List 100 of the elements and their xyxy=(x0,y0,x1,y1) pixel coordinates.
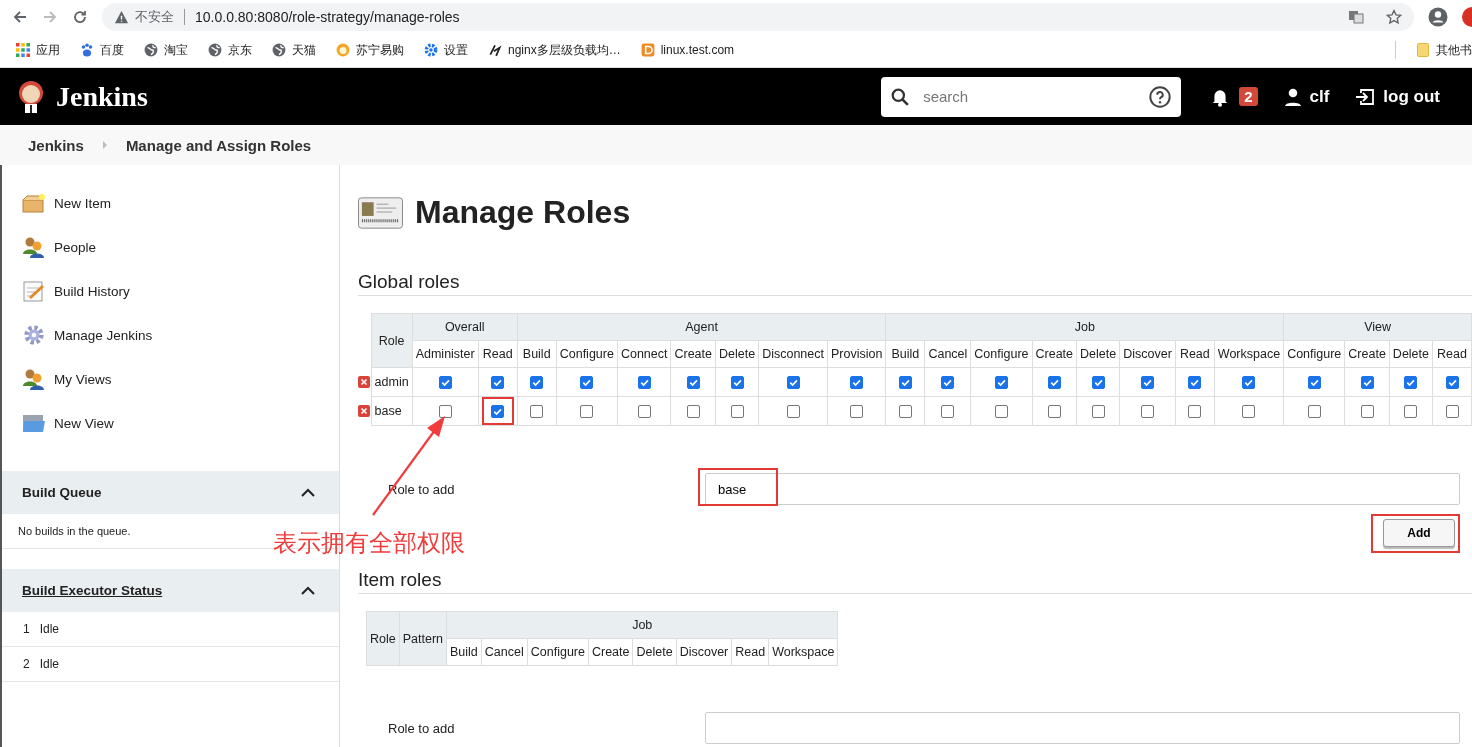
executor-status-link[interactable]: Build Executor Status xyxy=(22,583,163,598)
translate-icon[interactable] xyxy=(1348,9,1364,25)
build-queue-title[interactable]: Build Queue xyxy=(22,485,102,500)
column-header: Role xyxy=(371,313,413,368)
sidebar-item[interactable]: New Item xyxy=(22,191,339,215)
user-link[interactable]: clf xyxy=(1283,86,1330,107)
notification-badge[interactable]: 2 xyxy=(1239,87,1258,106)
delete-icon[interactable] xyxy=(358,405,370,417)
checkbox[interactable] xyxy=(1307,404,1321,418)
jenkins-logo-text[interactable]: Jenkins xyxy=(56,80,148,113)
bookmark[interactable]: 京东 xyxy=(208,41,252,59)
checkbox[interactable] xyxy=(1047,404,1061,418)
permission-header: Create xyxy=(1032,340,1077,368)
site-logo-icon xyxy=(640,43,655,57)
permission-header: Configure xyxy=(556,340,618,368)
bookmark[interactable]: 天猫 xyxy=(272,41,316,59)
checkbox[interactable] xyxy=(686,404,700,418)
checkbox[interactable] xyxy=(530,375,544,389)
role-input-field[interactable]: base xyxy=(705,473,1460,505)
checkbox[interactable] xyxy=(491,375,505,389)
add-button[interactable]: Add xyxy=(1383,519,1455,547)
sidebar-item[interactable]: People xyxy=(22,235,339,259)
profile-icon[interactable] xyxy=(1428,7,1448,27)
checkbox[interactable] xyxy=(491,404,505,418)
checkbox[interactable] xyxy=(1445,375,1459,389)
checkbox[interactable] xyxy=(1360,404,1374,418)
checkbox[interactable] xyxy=(1188,404,1202,418)
star-icon[interactable] xyxy=(1386,9,1402,25)
checkbox[interactable] xyxy=(686,375,700,389)
checkbox[interactable] xyxy=(1404,404,1418,418)
sidebar-item[interactable]: My Views xyxy=(22,367,339,391)
chevron-icon xyxy=(101,141,108,149)
role-input-field[interactable] xyxy=(705,712,1460,744)
checkbox[interactable] xyxy=(898,404,912,418)
help-icon[interactable] xyxy=(1149,85,1172,108)
checkbox[interactable] xyxy=(637,375,651,389)
search-bar[interactable]: search xyxy=(881,76,1182,117)
checkbox[interactable] xyxy=(1445,404,1459,418)
butler-logo-icon[interactable] xyxy=(16,78,46,115)
checkbox[interactable] xyxy=(580,375,594,389)
bookmark[interactable]: 淘宝 xyxy=(144,41,188,59)
checkbox[interactable] xyxy=(1242,375,1256,389)
bookmark[interactable]: 应用 xyxy=(16,41,60,59)
group-header: View xyxy=(1283,313,1472,341)
breadcrumb-link[interactable]: Manage and Assign Roles xyxy=(125,136,312,154)
checkbox[interactable] xyxy=(994,404,1008,418)
checkbox[interactable] xyxy=(850,404,864,418)
address-bar[interactable]: 不安全 10.0.0.80:8080/role-strategy/manage-roles xyxy=(102,3,1414,31)
sidebar-item[interactable]: Manage Jenkins xyxy=(22,323,339,347)
collapse-icon[interactable] xyxy=(301,586,315,595)
checkbox[interactable] xyxy=(786,375,800,389)
sidebar-item[interactable]: Build History xyxy=(22,279,339,303)
checkbox[interactable] xyxy=(730,404,744,418)
reload-icon[interactable] xyxy=(72,9,88,25)
checkbox[interactable] xyxy=(530,404,544,418)
checkbox[interactable] xyxy=(730,375,744,389)
checkbox[interactable] xyxy=(1360,375,1374,389)
checkbox[interactable] xyxy=(786,404,800,418)
checkbox[interactable] xyxy=(850,375,864,389)
checkbox[interactable] xyxy=(1242,404,1256,418)
bookmark[interactable]: 设置 xyxy=(424,41,468,59)
group-header: Overall xyxy=(412,313,518,341)
bookmark[interactable]: 百度 xyxy=(80,41,124,59)
checkbox[interactable] xyxy=(941,404,955,418)
bookmark[interactable]: 苏宁易购 xyxy=(336,41,404,59)
checkbox[interactable] xyxy=(1091,404,1105,418)
bookmark[interactable]: linux.test.com xyxy=(640,43,735,57)
checkbox[interactable] xyxy=(1188,375,1202,389)
permission-header: Workspace xyxy=(1214,340,1284,368)
collapse-icon[interactable] xyxy=(301,488,315,497)
checkbox[interactable] xyxy=(1091,375,1105,389)
people-icon xyxy=(22,236,46,258)
checkbox[interactable] xyxy=(438,404,452,418)
group-header: Agent xyxy=(517,313,886,341)
permission-header: Discover xyxy=(1119,340,1176,368)
checkbox[interactable] xyxy=(438,375,452,389)
column-header: Pattern xyxy=(399,611,447,666)
annotation-text: 表示拥有全部权限 xyxy=(273,528,465,559)
back-icon[interactable] xyxy=(12,9,28,25)
checkbox[interactable] xyxy=(580,404,594,418)
delete-icon[interactable] xyxy=(358,376,370,388)
checkbox[interactable] xyxy=(1141,375,1154,389)
box-icon xyxy=(22,192,46,214)
checkbox[interactable] xyxy=(1141,404,1154,418)
other-bookmarks[interactable]: 其他书 xyxy=(1416,41,1472,59)
checkbox[interactable] xyxy=(1307,375,1321,389)
checkbox[interactable] xyxy=(637,404,651,418)
logout-link[interactable]: log out xyxy=(1355,86,1440,107)
checkbox[interactable] xyxy=(994,375,1008,389)
bookmark[interactable]: nginx多层级负载均… xyxy=(488,41,621,59)
checkbox[interactable] xyxy=(1404,375,1418,389)
logout-icon xyxy=(1355,87,1376,106)
permission-header: Delete xyxy=(1076,340,1120,368)
breadcrumb-link[interactable]: Jenkins xyxy=(28,136,84,154)
checkbox[interactable] xyxy=(898,375,912,389)
permission-header: Create xyxy=(1344,340,1390,368)
role-name: base xyxy=(371,396,413,426)
sidebar-item[interactable]: New View xyxy=(22,411,339,435)
checkbox[interactable] xyxy=(941,375,955,389)
checkbox[interactable] xyxy=(1047,375,1061,389)
